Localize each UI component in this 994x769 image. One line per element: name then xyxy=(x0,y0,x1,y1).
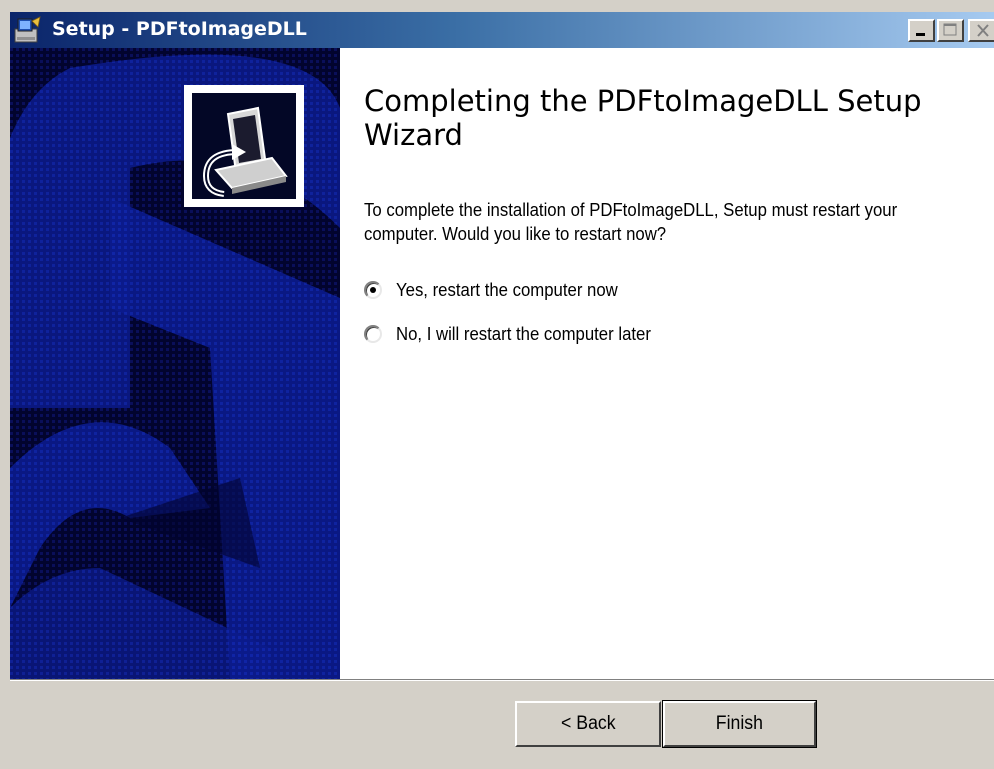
wizard-banner xyxy=(10,48,340,679)
computer-install-icon xyxy=(184,85,304,207)
page-title: Completing the PDFtoImageDLL Setup Wizar… xyxy=(364,84,922,152)
minimize-button[interactable] xyxy=(908,19,935,42)
maximize-button[interactable] xyxy=(937,19,964,42)
finish-button[interactable]: Finish xyxy=(662,700,817,748)
window-title: Setup - PDFtoImageDLL xyxy=(52,18,307,40)
minimize-icon xyxy=(916,33,925,36)
close-button[interactable] xyxy=(968,19,994,42)
restart-later-radio[interactable] xyxy=(364,325,382,343)
setup-wizard-icon xyxy=(14,16,41,43)
setup-wizard-window: Setup - PDFtoImageDLL Completing the PDF… xyxy=(0,0,994,769)
restart-later-option[interactable]: No, I will restart the computer later xyxy=(364,322,670,346)
restart-now-label[interactable]: Yes, restart the computer now xyxy=(396,280,618,301)
wizard-content: Completing the PDFtoImageDLL Setup Wizar… xyxy=(340,48,994,679)
footer-separator xyxy=(10,679,994,681)
banner-artwork xyxy=(10,48,340,679)
back-button[interactable]: < Back xyxy=(515,701,661,747)
back-button-label: < Back xyxy=(560,713,616,734)
maximize-icon xyxy=(943,23,957,36)
close-icon xyxy=(977,24,989,37)
restart-description: To complete the installation of PDFtoIma… xyxy=(364,200,898,244)
finish-button-label: Finish xyxy=(715,713,764,734)
title-bar[interactable]: Setup - PDFtoImageDLL xyxy=(10,12,994,48)
radio-selected-dot xyxy=(370,287,376,293)
restart-now-radio[interactable] xyxy=(364,281,382,299)
restart-now-option[interactable]: Yes, restart the computer now xyxy=(364,278,634,302)
restart-later-label[interactable]: No, I will restart the computer later xyxy=(396,324,651,345)
